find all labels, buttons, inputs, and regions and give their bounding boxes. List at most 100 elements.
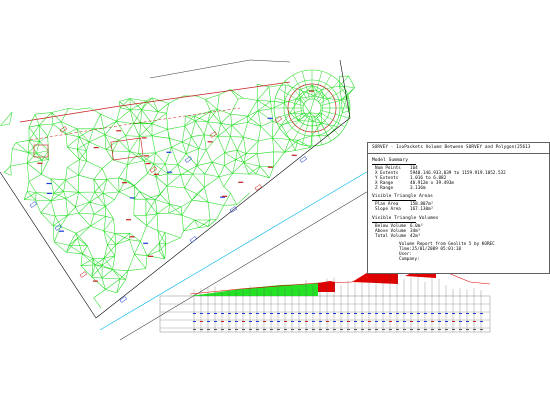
profile-value — [200, 321, 203, 322]
profile-value — [459, 321, 462, 322]
profile-value — [368, 329, 371, 330]
profile-value — [298, 321, 301, 322]
profile-value — [403, 321, 406, 322]
profile-value — [326, 313, 329, 314]
long-section-profile — [159, 267, 491, 333]
profile-value — [312, 313, 315, 314]
profile-value — [326, 329, 329, 330]
profile-value — [249, 313, 252, 314]
profile-value — [270, 321, 273, 322]
profile-value — [396, 321, 399, 322]
profile-value — [193, 313, 196, 314]
profile-value — [466, 313, 469, 314]
survey-tag — [209, 131, 217, 138]
profile-value — [242, 329, 245, 330]
visible-areas-heading: Visible Triangle Areas — [372, 194, 433, 199]
point-label — [148, 255, 153, 257]
point-label — [144, 155, 150, 157]
profile-value — [438, 321, 441, 322]
profile-value — [214, 321, 217, 322]
profile-value — [263, 329, 266, 330]
profile-value — [473, 313, 476, 314]
circle-spokes — [274, 70, 350, 146]
profile-value — [396, 313, 399, 314]
profile-value — [424, 329, 427, 330]
profile-value — [410, 321, 413, 322]
profile-value — [305, 321, 308, 322]
profile-value — [431, 321, 434, 322]
profile-value — [228, 313, 231, 314]
point-label — [238, 181, 244, 183]
profile-value — [326, 321, 329, 322]
profile-value — [424, 321, 427, 322]
point-label — [116, 130, 122, 132]
profile-value — [235, 313, 238, 314]
profile-value — [270, 313, 273, 314]
report-title: SURVEY - IsoPackets Volume Between SURVE… — [372, 145, 531, 150]
profile-value — [347, 313, 350, 314]
profile-value — [256, 329, 259, 330]
point-label — [222, 195, 228, 197]
profile-value — [291, 329, 294, 330]
profile-value — [354, 321, 357, 322]
point-label — [59, 230, 64, 232]
point-label — [166, 151, 172, 153]
heading-underline — [372, 200, 416, 201]
profile-value — [277, 329, 280, 330]
profile-value — [403, 329, 406, 330]
profile-value — [452, 321, 455, 322]
survey-tag — [54, 224, 62, 231]
profile-value — [207, 329, 210, 330]
profile-value — [410, 329, 413, 330]
profile-value — [354, 313, 357, 314]
point-label — [167, 171, 173, 173]
point-label — [122, 182, 127, 184]
profile-value — [438, 313, 441, 314]
profile-value — [354, 329, 357, 330]
profile-value — [480, 321, 483, 322]
profile-value — [319, 329, 322, 330]
profile-value — [480, 329, 483, 330]
profile-value — [375, 321, 378, 322]
profile-value — [193, 321, 196, 322]
profile-value — [305, 313, 308, 314]
profile-value — [438, 329, 441, 330]
profile-value — [417, 313, 420, 314]
profile-value — [466, 329, 469, 330]
profile-value — [221, 313, 224, 314]
profile-value — [228, 329, 231, 330]
survey-tag — [189, 236, 197, 243]
profile-value — [368, 313, 371, 314]
profile-value — [305, 329, 308, 330]
survey-tag — [149, 166, 157, 173]
profile-value — [312, 321, 315, 322]
heading-underline — [372, 164, 416, 165]
profile-value — [284, 329, 287, 330]
profile-value — [277, 313, 280, 314]
profile-value — [431, 313, 434, 314]
profile-value — [298, 329, 301, 330]
profile-value — [291, 321, 294, 322]
point-label — [126, 219, 132, 221]
profile-value — [298, 313, 301, 314]
profile-value — [403, 313, 406, 314]
point-label — [207, 141, 213, 143]
survey-tag — [29, 201, 37, 208]
point-label — [145, 163, 151, 165]
profile-value — [214, 329, 217, 330]
point-label — [37, 162, 43, 164]
profile-value — [459, 313, 462, 314]
profile-value — [389, 321, 392, 322]
profile-value — [228, 321, 231, 322]
profile-value — [221, 321, 224, 322]
profile-value — [242, 321, 245, 322]
survey-tag — [254, 184, 262, 191]
profile-value — [347, 321, 350, 322]
profile-value — [466, 321, 469, 322]
report-row: Total Volume 42m³ — [375, 234, 421, 239]
point-label — [93, 147, 99, 149]
profile-value — [221, 329, 224, 330]
profile-value — [312, 329, 315, 330]
point-labels — [29, 90, 314, 303]
profile-value — [256, 313, 259, 314]
